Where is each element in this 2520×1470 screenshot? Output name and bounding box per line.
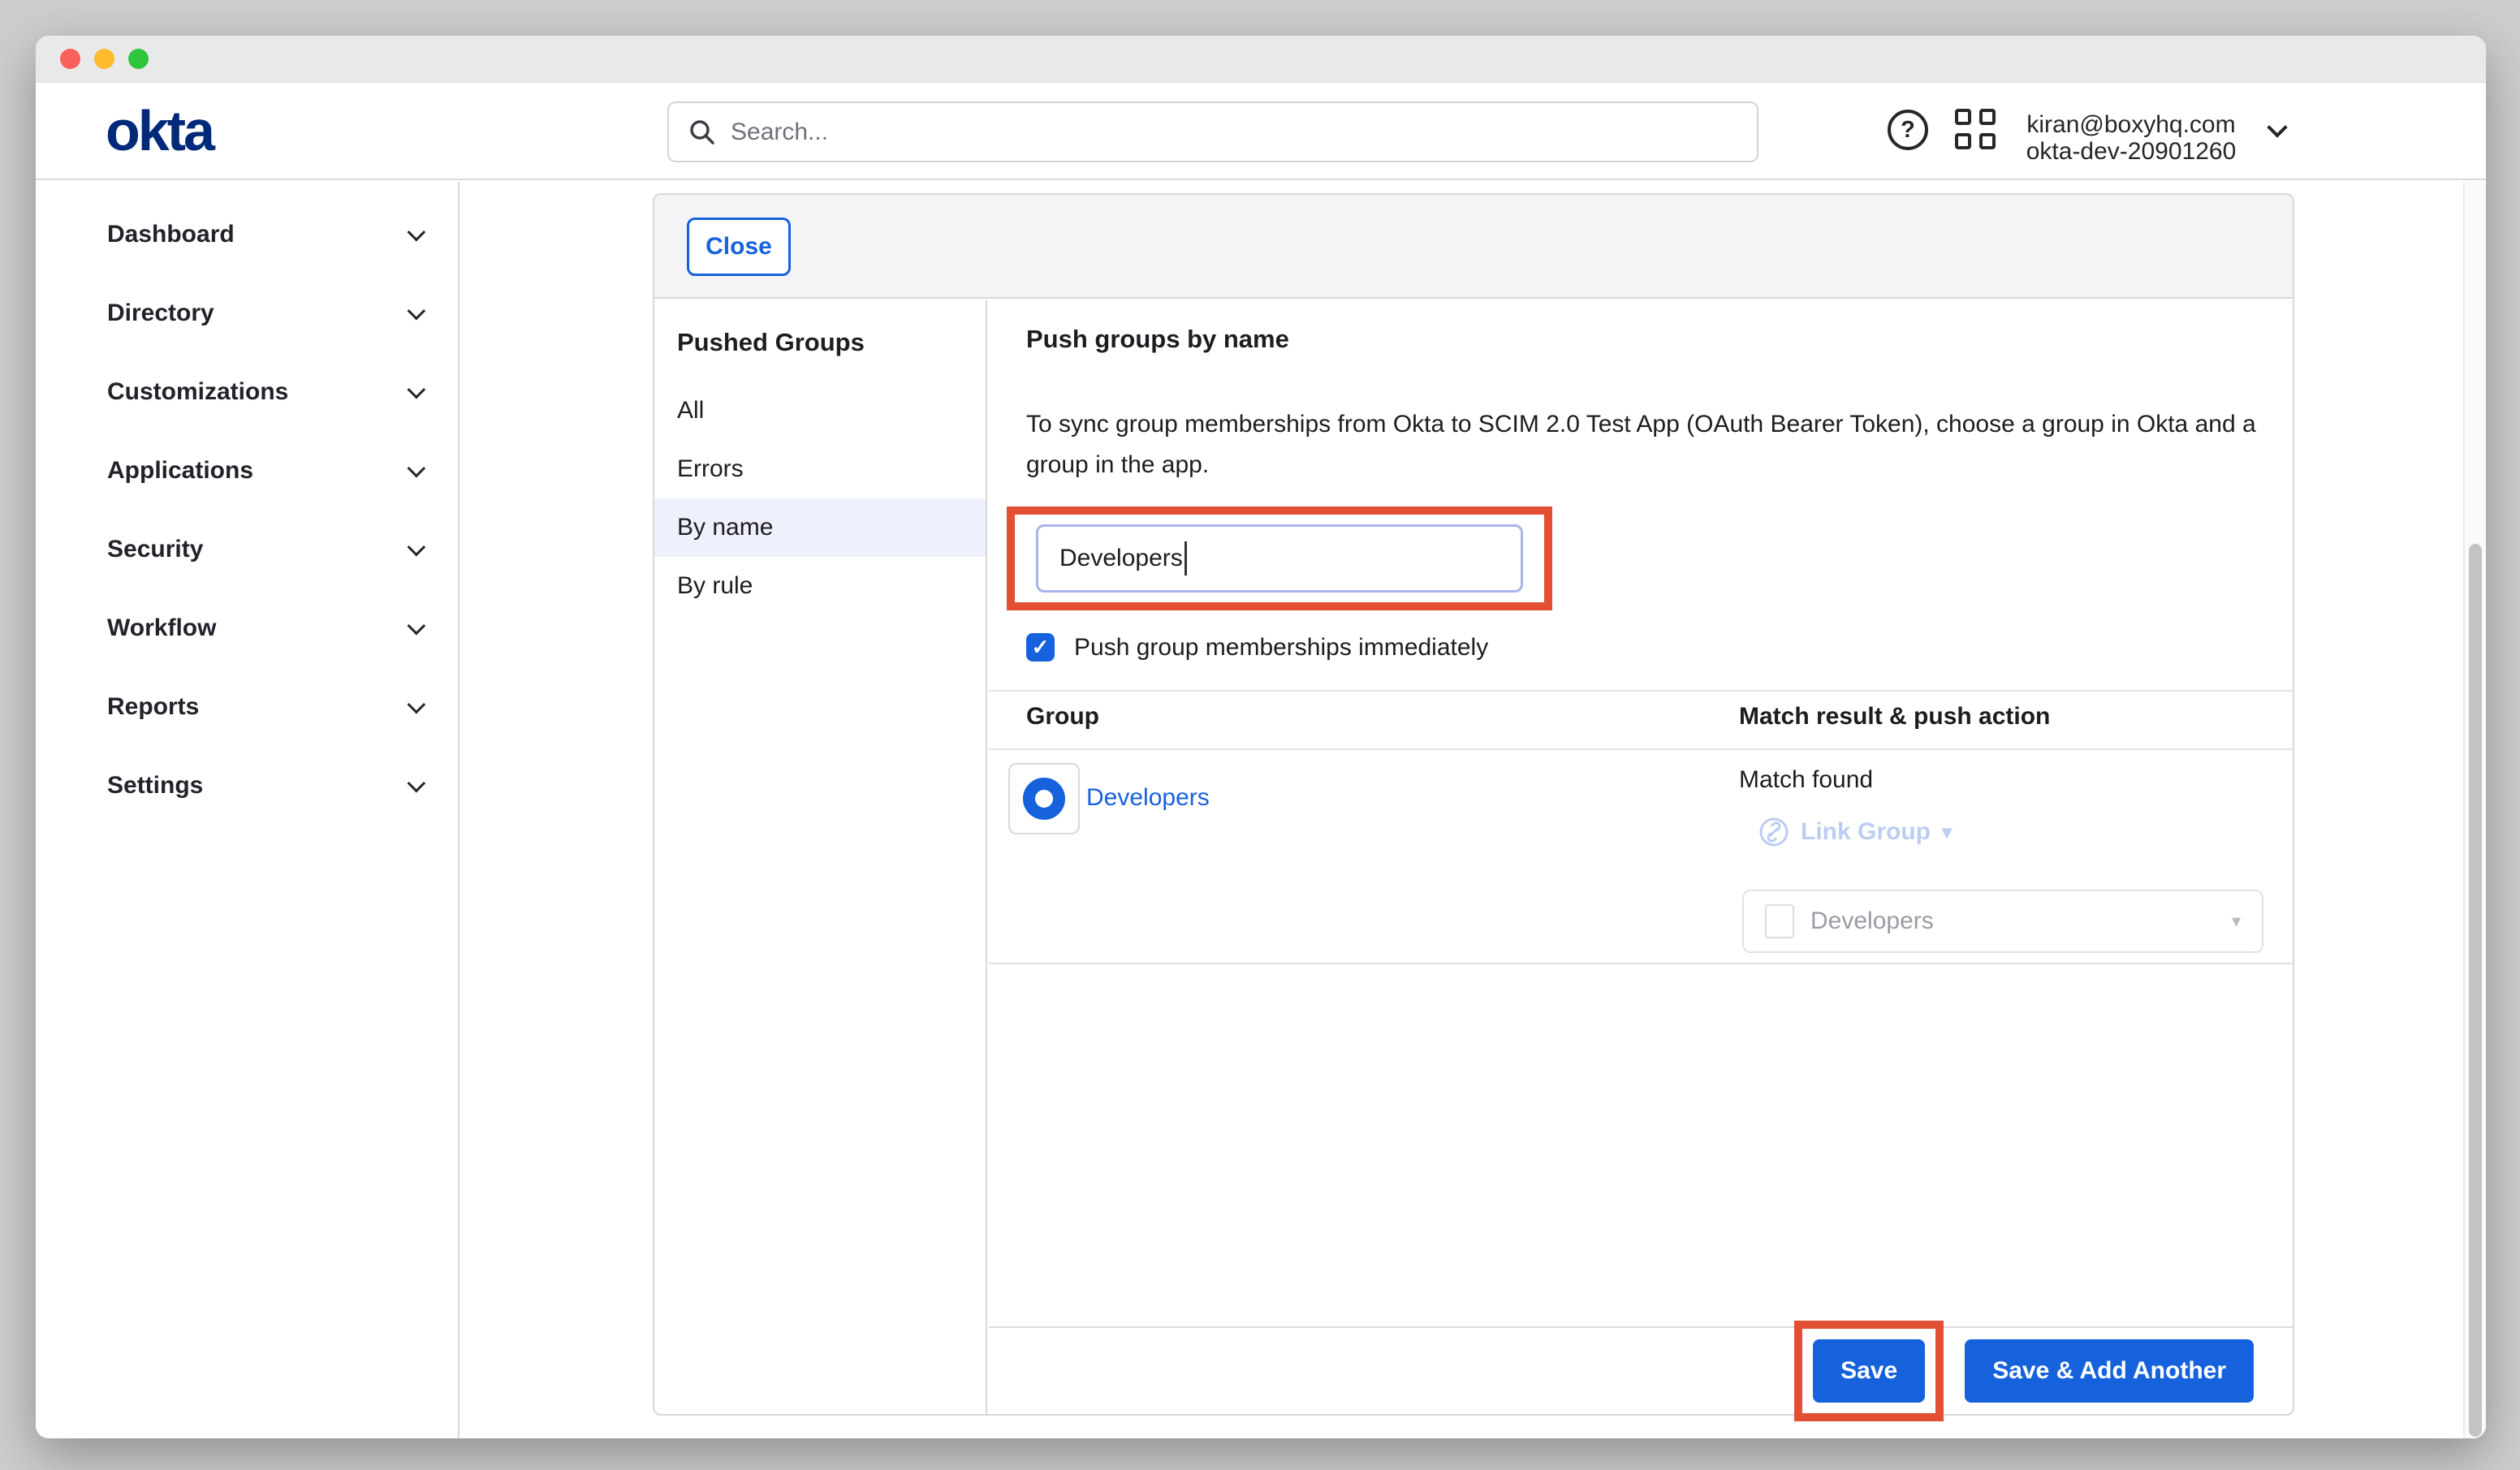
group-donut-icon: [1023, 778, 1065, 820]
chevron-down-icon: [408, 380, 426, 399]
user-email: kiran@boxyhq.com: [2013, 111, 2249, 138]
pushed-groups-title: Pushed Groups: [677, 328, 865, 357]
sidebar-item-applications[interactable]: Applications: [36, 431, 458, 510]
sidebar-item-reports[interactable]: Reports: [36, 667, 458, 746]
panel-footer: Save Save & Add Another: [989, 1326, 2293, 1414]
chevron-down-icon: [408, 301, 426, 320]
group-name-value: Developers: [1059, 545, 1183, 572]
nav-item-all[interactable]: All: [654, 382, 986, 440]
top-app-bar: okta ? kiran@boxyhq.com okta-dev-2090126…: [36, 83, 2486, 180]
sidebar-item-label: Settings: [107, 772, 203, 800]
link-group-button[interactable]: Link Group ▾: [1758, 817, 1952, 847]
grid-square: [1955, 133, 1971, 149]
okta-group-icon: [1008, 763, 1080, 834]
panel-header: Close: [654, 195, 2293, 299]
sidebar-item-label: Security: [107, 536, 203, 563]
pane-description: To sync group memberships from Okta to S…: [1026, 404, 2268, 485]
save-add-another-button[interactable]: Save & Add Another: [1965, 1339, 2254, 1403]
chevron-down-icon: [408, 459, 426, 477]
browser-window: okta ? kiran@boxyhq.com okta-dev-2090126…: [36, 36, 2486, 1438]
group-link[interactable]: Developers: [1086, 784, 1210, 812]
grid-square: [1979, 109, 1996, 125]
annotation-box-input: Developers: [1007, 507, 1552, 610]
sidebar-item-label: Customizations: [107, 378, 288, 406]
push-immediately-checkbox[interactable]: ✓: [1026, 633, 1055, 662]
table-header-divider: [989, 748, 2293, 750]
pushed-groups-list: All Errors By name By rule: [654, 382, 986, 615]
nav-item-by-name[interactable]: By name: [654, 498, 986, 557]
sidebar-item-customizations[interactable]: Customizations: [36, 352, 458, 431]
sidebar-item-dashboard[interactable]: Dashboard: [36, 195, 458, 274]
match-status: Match found: [1739, 766, 1873, 794]
chevron-down-icon[interactable]: [2267, 117, 2287, 137]
chevron-down-icon: [408, 774, 426, 792]
sidebar-item-workflow[interactable]: Workflow: [36, 588, 458, 667]
table-top-divider: [989, 690, 2293, 692]
sidebar-item-directory[interactable]: Directory: [36, 274, 458, 352]
column-header-group: Group: [1026, 703, 1099, 731]
close-window-icon[interactable]: [60, 49, 80, 69]
save-button[interactable]: Save: [1813, 1339, 1925, 1403]
global-search[interactable]: [667, 101, 1758, 162]
zoom-window-icon[interactable]: [128, 49, 149, 69]
app-group-icon: [1765, 904, 1794, 938]
target-group-value: Developers: [1810, 907, 2216, 935]
chevron-down-icon: [408, 222, 426, 241]
text-cursor: [1184, 541, 1187, 575]
row-bottom-divider: [989, 963, 2293, 964]
search-icon: [688, 119, 716, 146]
search-input[interactable]: [731, 119, 1737, 146]
screen: okta ? kiran@boxyhq.com okta-dev-2090126…: [0, 0, 2520, 1470]
link-group-label: Link Group: [1801, 818, 1931, 846]
nav-item-errors[interactable]: Errors: [654, 440, 986, 498]
group-name-input[interactable]: Developers: [1036, 524, 1523, 593]
window-titlebar: [36, 36, 2486, 83]
close-button[interactable]: Close: [687, 218, 791, 276]
annotation-box-save: Save: [1794, 1321, 1944, 1421]
minimize-window-icon[interactable]: [94, 49, 114, 69]
okta-logo: okta: [106, 102, 213, 159]
column-header-match: Match result & push action: [1739, 703, 2050, 731]
push-by-name-pane: Push groups by name To sync group member…: [989, 300, 2293, 1414]
nav-item-by-rule[interactable]: By rule: [654, 557, 986, 615]
chevron-down-icon: [408, 695, 426, 713]
user-org: okta-dev-20901260: [2013, 138, 2249, 165]
scrollbar-thumb[interactable]: [2469, 544, 2482, 1437]
vertical-scrollbar[interactable]: [2463, 182, 2486, 1438]
grid-square: [1955, 109, 1971, 125]
app-body: Dashboard Directory Customizations Appli…: [36, 182, 2486, 1438]
sidebar-item-label: Reports: [107, 693, 199, 721]
sidebar-nav: Dashboard Directory Customizations Appli…: [36, 182, 460, 1438]
push-immediately-row: ✓ Push group memberships immediately: [1026, 633, 1488, 662]
sidebar-item-label: Directory: [107, 300, 214, 327]
caret-down-icon: ▾: [1942, 821, 1952, 844]
sidebar-item-security[interactable]: Security: [36, 510, 458, 588]
sidebar-item-label: Workflow: [107, 614, 216, 642]
link-icon: [1758, 817, 1789, 847]
pushed-groups-nav: Pushed Groups All Errors By name By rule: [654, 300, 987, 1414]
caret-down-icon: ▾: [2232, 911, 2241, 932]
push-groups-panel: Close Pushed Groups All Errors By name B…: [653, 193, 2294, 1416]
chevron-down-icon: [408, 537, 426, 556]
sidebar-item-label: Dashboard: [107, 221, 235, 248]
sidebar-item-label: Applications: [107, 457, 253, 485]
push-immediately-label: Push group memberships immediately: [1074, 634, 1488, 662]
target-group-dropdown[interactable]: Developers ▾: [1742, 890, 2263, 953]
pane-title: Push groups by name: [1026, 325, 1289, 354]
help-icon[interactable]: ?: [1888, 110, 1928, 150]
sidebar-item-settings[interactable]: Settings: [36, 746, 458, 825]
chevron-down-icon: [408, 616, 426, 635]
apps-grid-icon[interactable]: [1955, 109, 1997, 151]
user-menu[interactable]: kiran@boxyhq.com okta-dev-20901260: [2013, 111, 2249, 165]
grid-square: [1979, 133, 1996, 149]
